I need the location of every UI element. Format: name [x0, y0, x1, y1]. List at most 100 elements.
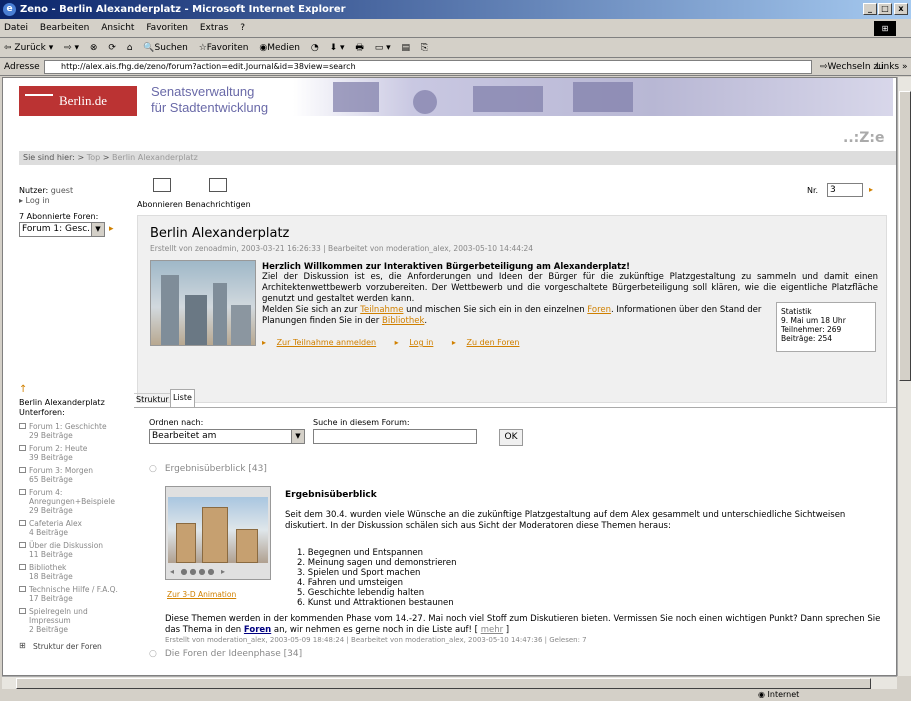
folder-icon [19, 489, 26, 495]
address-bar: Adresse http://alex.ais.fhg.de/zeno/foru… [0, 58, 911, 76]
intro-heading: Herzlich Willkommen zur Interaktiven Bür… [262, 262, 630, 272]
menu-bar: Datei Bearbeiten Ansicht Favoriten Extra… [0, 19, 911, 38]
order-label: Ordnen nach: [149, 418, 204, 427]
page-title: Berlin Alexanderplatz [150, 226, 290, 241]
messenger-icon[interactable]: ⎘ [421, 43, 428, 53]
result-footer-text: Diese Themen werden in der kommenden Pha… [165, 614, 881, 635]
intro-text-links: Melden Sie sich an zur Teilnahme und mis… [262, 305, 762, 326]
order-select[interactable]: Bearbeitet am ▼ [149, 429, 305, 444]
up-arrow-icon[interactable]: ↑ [19, 385, 131, 395]
menu-help[interactable]: ? [240, 23, 245, 33]
intro-meta: Erstellt von zenoadmin, 2003-03-21 16:26… [150, 244, 534, 253]
menu-ansicht[interactable]: Ansicht [101, 23, 134, 33]
notify-icon[interactable] [209, 178, 227, 192]
maximize-button[interactable]: □ [878, 3, 892, 15]
breadcrumb-current: Berlin Alexanderplatz [112, 153, 198, 162]
sidebar-item-about[interactable]: Über die Diskussion 11 Beiträge [19, 541, 131, 559]
minimize-button[interactable]: _ [863, 3, 877, 15]
chevron-down-icon[interactable]: ▼ [291, 430, 304, 443]
windows-logo-icon: ⊞ [874, 21, 896, 36]
number-input[interactable]: 3 [827, 183, 863, 197]
signup-link[interactable]: Zur Teilnahme anmelden [277, 338, 377, 347]
home-icon[interactable]: ⌂ [127, 43, 133, 53]
sidebar-item-cafeteria[interactable]: Cafeteria Alex 4 Beiträge [19, 519, 131, 537]
menu-extras[interactable]: Extras [200, 23, 228, 33]
search-input[interactable] [313, 429, 477, 444]
mail-icon[interactable]: ⬇ ▾ [330, 43, 345, 53]
forums-link[interactable]: Foren [587, 305, 611, 315]
menu-bearbeiten[interactable]: Bearbeiten [40, 23, 89, 33]
subscribed-forums-label: 7 Abonnierte Foren: [19, 212, 99, 221]
refresh-icon[interactable]: ⟳ [108, 43, 116, 53]
stop-icon[interactable]: ⊗ [90, 43, 98, 53]
menu-favoriten[interactable]: Favoriten [146, 23, 188, 33]
sidebar-item-help[interactable]: Technische Hilfe / F.A.Q. 17 Beiträge [19, 585, 131, 603]
more-link[interactable]: mehr [481, 625, 503, 635]
sidebar-item-library[interactable]: Bibliothek 18 Beiträge [19, 563, 131, 581]
search-ok-button[interactable]: OK [499, 429, 523, 446]
go-button[interactable]: ⇨Wechseln zu [820, 58, 884, 76]
folder-icon [19, 423, 26, 429]
library-link[interactable]: Bibliothek [382, 316, 424, 326]
search-button[interactable]: 🔍Suchen [143, 43, 188, 53]
to-forums-link[interactable]: Zu den Foren [466, 338, 519, 347]
intro-login-link[interactable]: Log in [409, 338, 433, 347]
title-bar: e Zeno - Berlin Alexanderplatz - Microso… [0, 0, 911, 19]
result-item-2-header[interactable]: ○ Die Foren der Ideenphase [34] [149, 649, 302, 659]
sidebar-item-forum-3[interactable]: Forum 3: Morgen 65 Beiträge [19, 466, 131, 484]
sidebar-item-forum-4[interactable]: Forum 4: Anregungen+Beispiele 29 Beiträge [19, 488, 131, 515]
subscribe-icon[interactable] [153, 178, 171, 192]
scrollbar-thumb[interactable] [899, 91, 911, 381]
history-icon[interactable]: ◔ [311, 43, 319, 53]
forum-action-labels: Abonnieren Benachrichtigen [137, 200, 251, 209]
user-name: guest [50, 186, 74, 195]
close-button[interactable]: x [894, 3, 908, 15]
sidebar-item-rules[interactable]: Spielregeln und Impressum 2 Beiträge [19, 607, 131, 634]
tab-struktur[interactable]: Struktur [134, 393, 171, 405]
print-icon[interactable]: 🖶 [355, 43, 364, 53]
tab-liste[interactable]: Liste [170, 389, 195, 407]
forum-go-arrow-icon[interactable]: ▸ [109, 224, 114, 234]
forum-select[interactable]: Forum 1: Gesc... ▼ [19, 222, 105, 237]
tab-divider [134, 407, 896, 408]
chevron-down-icon[interactable]: ▼ [91, 223, 104, 236]
animation-screenshot[interactable]: ◂ ●●●● ▸ [165, 486, 271, 580]
folder-icon [19, 542, 26, 548]
participation-link[interactable]: Teilnahme [360, 305, 403, 315]
list-item: 6. Kunst und Attraktionen bestaunen [297, 598, 454, 608]
horizontal-scrollbar[interactable] [2, 676, 897, 689]
edit-icon[interactable]: ▭ ▾ [375, 43, 391, 53]
vertical-scrollbar[interactable] [897, 77, 911, 676]
discuss-icon[interactable]: ▤ [402, 43, 411, 53]
back-button[interactable]: ⇦ Zurück ▾ [4, 43, 53, 53]
menu-datei[interactable]: Datei [4, 23, 28, 33]
list-item: 3. Spielen und Sport machen [297, 568, 421, 578]
login-link[interactable]: ▸ Log in [19, 196, 129, 206]
media-button[interactable]: ◉Medien [259, 43, 300, 53]
alexanderplatz-photo [150, 260, 256, 346]
list-item: 4. Fahren und umsteigen [297, 578, 404, 588]
result-meta: Erstellt von moderation_alex, 2003-05-09… [165, 636, 587, 644]
address-input[interactable]: http://alex.ais.fhg.de/zeno/forum?action… [44, 60, 812, 74]
breadcrumb-top[interactable]: Top [87, 153, 101, 162]
list-item: 1. Begegnen und Entspannen [297, 548, 423, 558]
arrow-icon: ▸ [262, 338, 267, 347]
animation-link[interactable]: Zur 3-D Animation [167, 590, 236, 599]
folder-icon [19, 564, 26, 570]
sidebar-item-forum-1[interactable]: Forum 1: Geschichte 29 Beiträge [19, 422, 131, 440]
sidebar-item-forum-2[interactable]: Forum 2: Heute 39 Beiträge [19, 444, 131, 462]
forward-button[interactable]: ⇨ ▾ [64, 43, 79, 53]
scrollbar-thumb[interactable] [16, 678, 871, 689]
notify-link[interactable]: Benachrichtigen [185, 200, 250, 209]
browser-toolbar: ⇦ Zurück ▾ ⇨ ▾ ⊗ ⟳ ⌂ 🔍Suchen ☆Favoriten … [0, 39, 911, 58]
favorites-button[interactable]: ☆Favoriten [199, 43, 249, 53]
result-item-1-header[interactable]: ○ Ergebnisüberblick [43] [149, 464, 267, 474]
links-button[interactable]: Links » [876, 58, 908, 76]
subscribe-link[interactable]: Abonnieren [137, 200, 183, 209]
berlin-logo[interactable]: Berlin.de [19, 86, 137, 116]
number-go-arrow-icon[interactable]: ▸ [869, 185, 873, 194]
forum-structure-link[interactable]: ⊞ Struktur der Foren [19, 641, 131, 651]
intro-action-links: ▸ Zur Teilnahme anmelden ▸ Log in ▸ Zu d… [262, 338, 536, 347]
foren-link[interactable]: Foren [244, 625, 271, 635]
bullet-icon: ○ [149, 649, 157, 659]
